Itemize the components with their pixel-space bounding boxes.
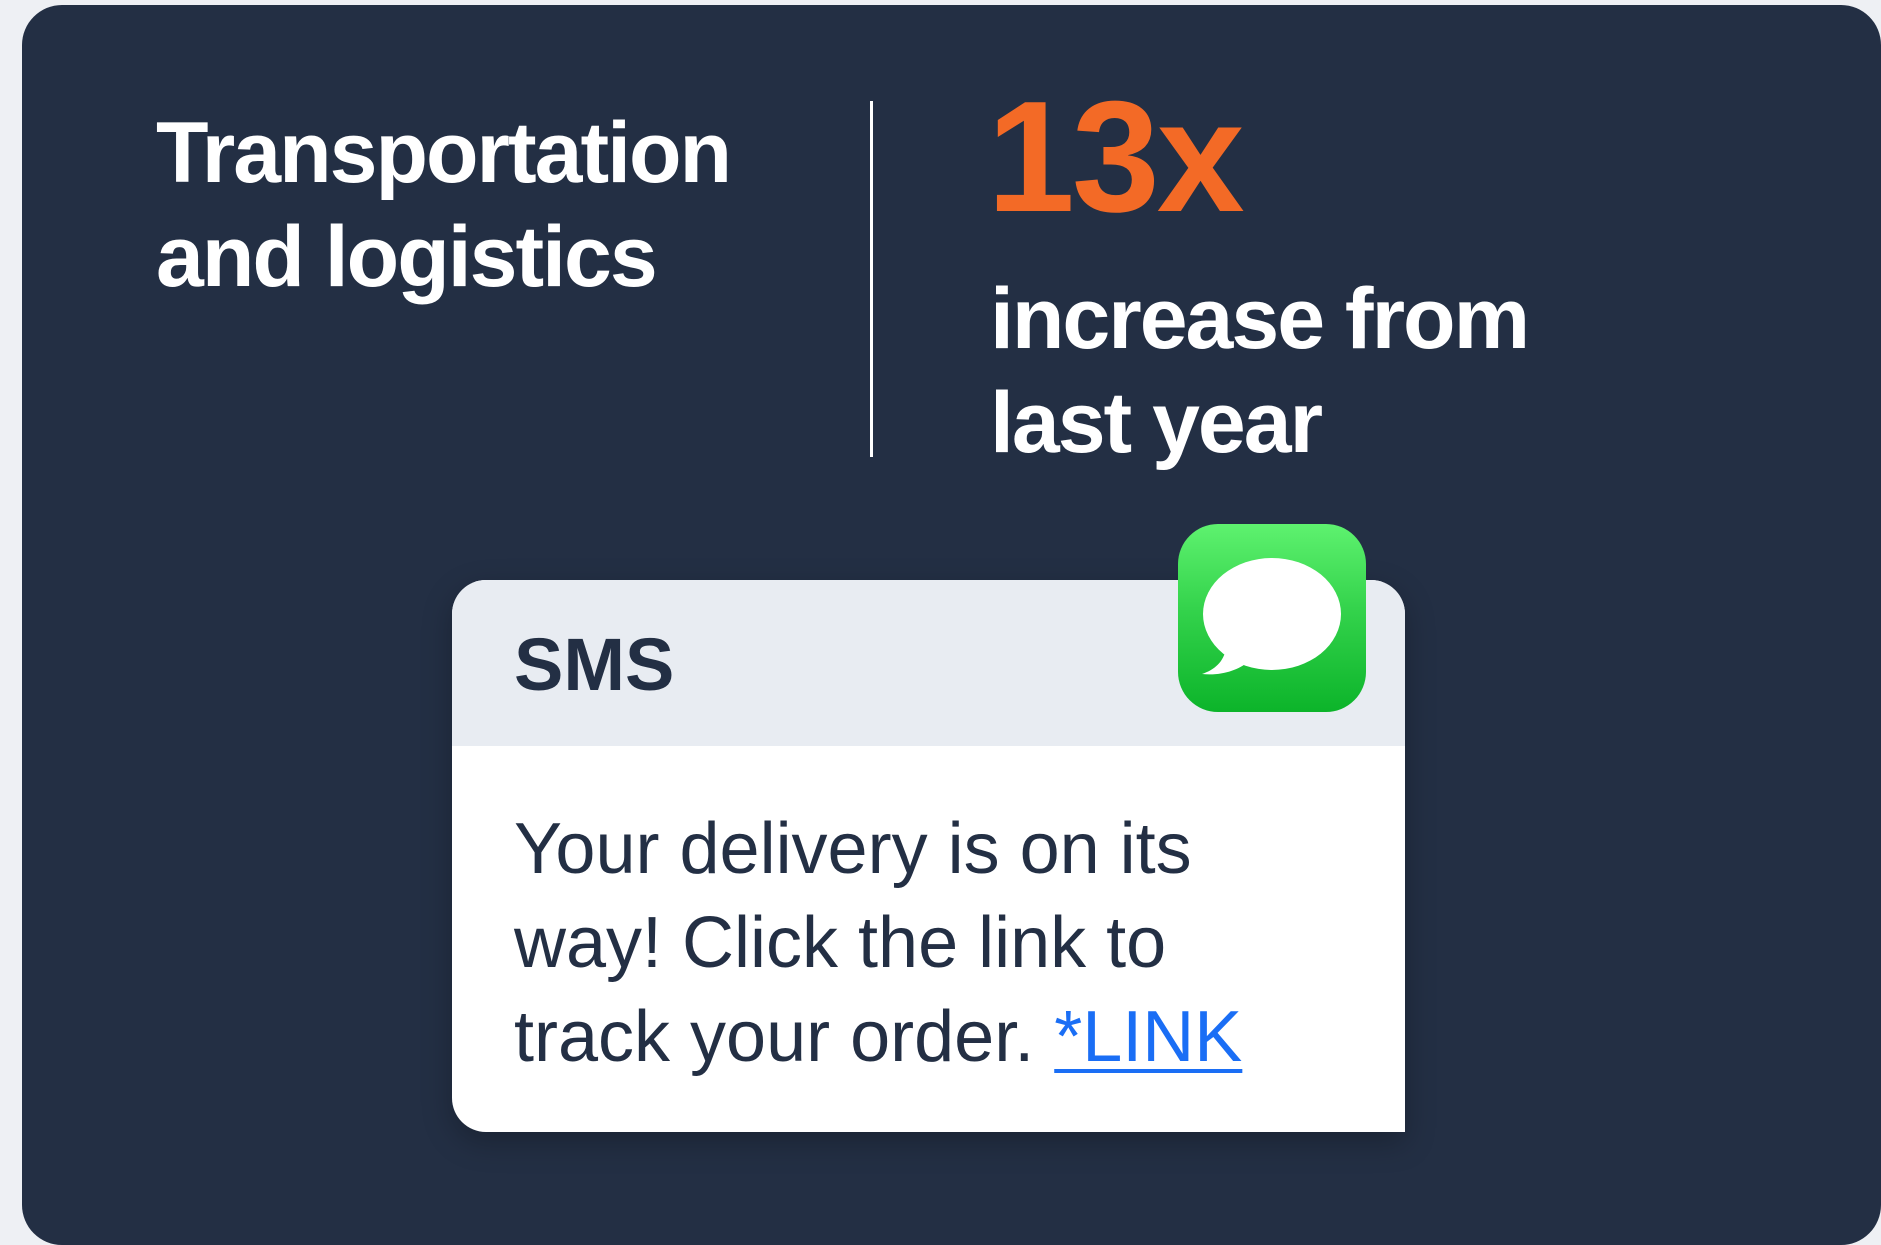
category-title-line2: and logistics <box>156 209 658 305</box>
messages-bubble-icon <box>1178 524 1366 712</box>
stat-value: 13x <box>987 69 1245 245</box>
stat-caption: increase from last year <box>990 267 1630 475</box>
sms-title: SMS <box>514 623 675 706</box>
stat-caption-line2: last year <box>990 375 1323 471</box>
category-title: Transportation and logistics <box>156 101 816 309</box>
tracking-link[interactable]: *LINK <box>1054 997 1242 1077</box>
sms-message-line2: way! Click the link to <box>514 903 1167 983</box>
vertical-divider <box>870 101 873 457</box>
speech-bubble-icon <box>1202 558 1341 675</box>
category-title-line1: Transportation <box>156 105 732 201</box>
sms-message-line3: track your order. <box>514 997 1035 1077</box>
stat-caption-line1: increase from <box>990 271 1530 367</box>
sms-message-text: Your delivery is on its way! Click the l… <box>514 802 1374 1084</box>
sms-message-line1: Your delivery is on its <box>514 809 1192 889</box>
